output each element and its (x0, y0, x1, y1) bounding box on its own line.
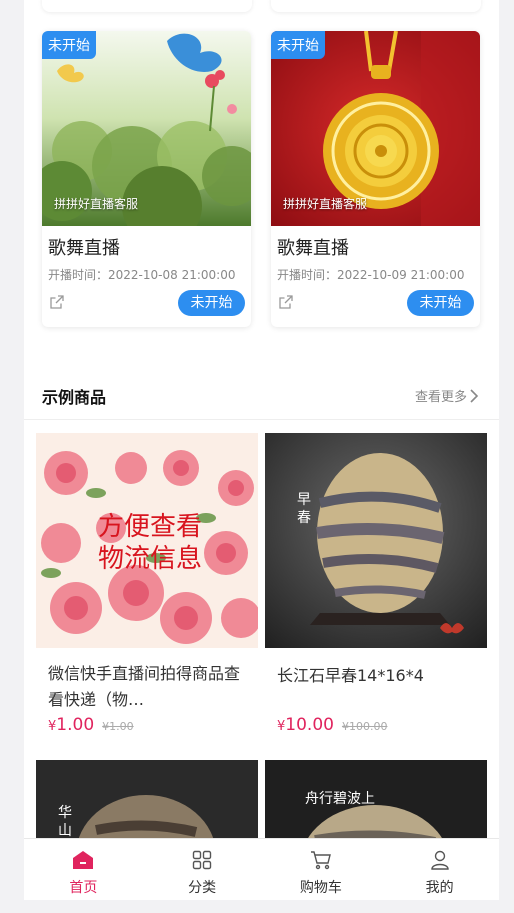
bottom-safe-area (0, 900, 514, 913)
live-stream-card[interactable]: 未开始 拼拼好直播客服 歌舞直播 开播时间：2022-10-09 21:00:0… (271, 31, 480, 327)
product-card[interactable]: 方便查看 物流信息 微信快手直播间拍得商品查看快递（物… ¥1.00 ¥1.00 (36, 433, 258, 743)
live-start-time: 开播时间：2022-10-08 21:00:00 (48, 266, 235, 283)
image-text-line: 物流信息 (97, 544, 202, 574)
share-icon[interactable] (49, 294, 65, 310)
product-title: 微信快手直播间拍得商品查看快递（物… (48, 664, 241, 709)
time-value: 2022-10-09 21:00:00 (337, 268, 465, 282)
bottom-tab-bar: 首页 分类 购物车 我的 (24, 838, 499, 900)
home-icon (72, 849, 94, 871)
time-label: 开播时间： (48, 268, 109, 282)
tab-home[interactable]: 首页 (24, 839, 143, 900)
tab-cart[interactable]: 购物车 (262, 839, 381, 900)
tab-profile[interactable]: 我的 (380, 839, 499, 900)
previous-row-remnant (24, 0, 499, 14)
chevron-right-icon (470, 388, 479, 403)
status-badge: 未开始 (271, 31, 325, 59)
live-stream-card[interactable]: 未开始 拼拼好直播客服 歌舞直播 开播时间：2022-10-08 21:00:0… (42, 31, 251, 327)
price-value: 1.00 (56, 715, 95, 735)
image-overlay-text: 舟行碧波上 (305, 791, 375, 807)
product-image: 方便查看 物流信息 (36, 433, 258, 648)
host-caption: 拼拼好直播客服 (283, 197, 368, 211)
tab-label: 分类 (188, 880, 217, 896)
product-card[interactable]: 华山 (36, 760, 258, 840)
original-price: ¥100.00 (341, 720, 388, 733)
price-row: ¥1.00 ¥1.00 (48, 715, 134, 735)
product-card[interactable]: 舟行碧波上 (265, 760, 487, 840)
host-caption: 拼拼好直播客服 (54, 197, 139, 211)
live-start-time: 开播时间：2022-10-09 21:00:00 (277, 266, 464, 283)
category-grid-icon (191, 849, 213, 871)
image-text-line: 方便查看 (97, 512, 202, 542)
image-overlay-text: 早春 (297, 492, 311, 526)
products-section-header: 示例商品 查看更多 (24, 365, 499, 420)
tab-category[interactable]: 分类 (143, 839, 262, 900)
price-value: 10.00 (285, 715, 334, 735)
status-badge: 未开始 (42, 31, 96, 59)
original-price: ¥1.00 (102, 720, 134, 733)
tab-label: 首页 (69, 880, 98, 896)
not-started-button[interactable]: 未开始 (407, 290, 474, 316)
time-label: 开播时间： (277, 268, 338, 282)
image-overlay-text: 方便查看 物流信息 (80, 511, 220, 575)
price-row: ¥10.00 ¥100.00 (277, 715, 387, 735)
cart-icon (310, 849, 332, 871)
live-title: 歌舞直播 (277, 238, 349, 259)
live-stream-cover: 未开始 拼拼好直播客服 (271, 31, 480, 226)
stone-image (265, 760, 487, 840)
user-icon (429, 849, 451, 871)
product-image: 早春 (265, 433, 487, 648)
stone-image (265, 433, 487, 648)
current-price: ¥10.00 (277, 715, 334, 735)
product-card[interactable]: 早春 长江石早春14*16*4 ¥10.00 ¥100.00 (265, 433, 487, 743)
live-stream-cover: 未开始 拼拼好直播客服 (42, 31, 251, 226)
view-more-label: 查看更多 (414, 390, 467, 405)
image-overlay-text: 华山 (58, 805, 72, 839)
section-title: 示例商品 (42, 388, 107, 407)
tab-label: 我的 (425, 880, 454, 896)
share-icon[interactable] (278, 294, 294, 310)
current-price: ¥1.00 (48, 715, 94, 735)
product-title: 长江石早春14*16*4 (277, 666, 424, 685)
previous-card-edge (271, 0, 481, 12)
view-more-link[interactable]: 查看更多 (415, 386, 479, 405)
tab-label: 购物车 (299, 880, 342, 896)
not-started-button[interactable]: 未开始 (178, 290, 245, 316)
live-title: 歌舞直播 (48, 238, 120, 259)
page: 未开始 拼拼好直播客服 歌舞直播 开播时间：2022-10-08 21:00:0… (24, 0, 499, 913)
previous-card-edge (42, 0, 252, 12)
time-value: 2022-10-08 21:00:00 (108, 268, 236, 282)
